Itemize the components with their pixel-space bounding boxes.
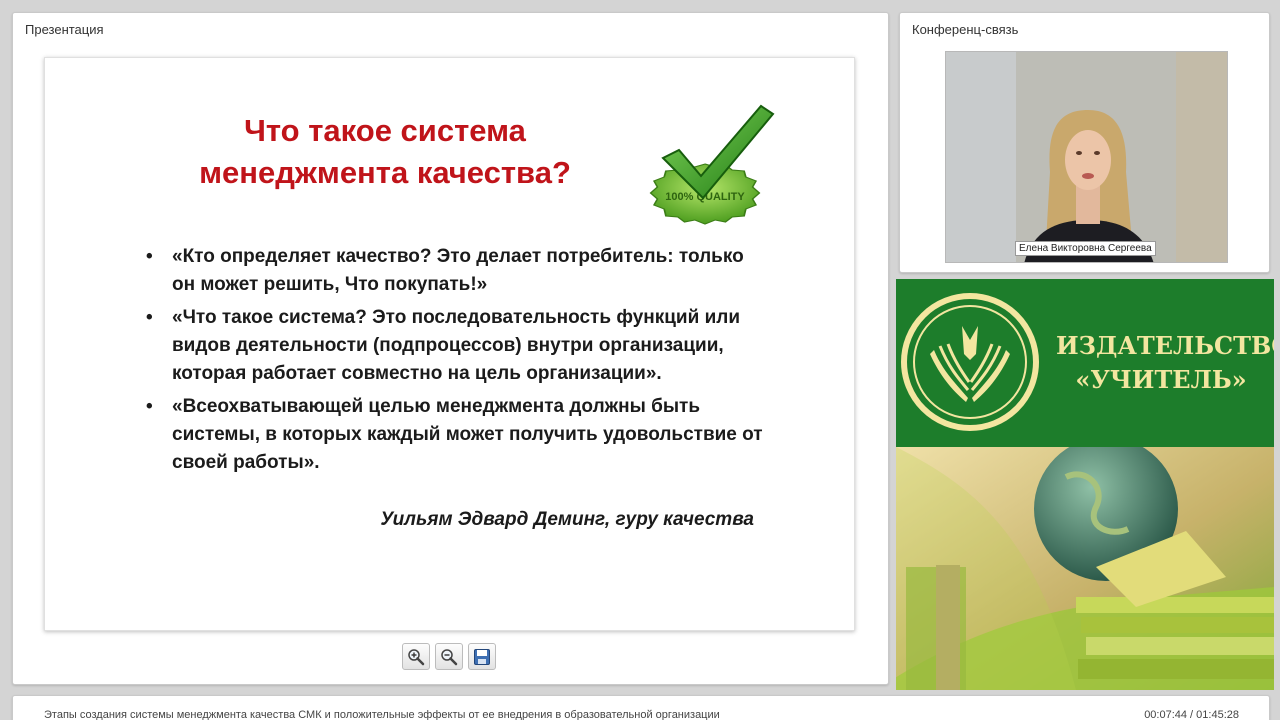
slide: Что такое система менеджмента качества? … xyxy=(44,57,855,631)
publisher-banner: ИЗДАТЕЛЬСТВО «УЧИТЕЛЬ» xyxy=(896,279,1274,690)
slide-heading-line1: Что такое система xyxy=(244,113,526,148)
zoom-out-button[interactable] xyxy=(435,643,463,670)
zoom-out-icon xyxy=(441,648,458,665)
publisher-banner-image xyxy=(896,437,1274,690)
slide-bullet: «Что такое система? Это последовательнос… xyxy=(146,304,766,388)
publisher-name: ИЗДАТЕЛЬСТВО «УЧИТЕЛЬ» xyxy=(1056,329,1274,397)
slide-toolbar xyxy=(402,643,496,670)
zoom-in-button[interactable] xyxy=(402,643,430,670)
conference-panel: Конференц-связь Елена Викторовна Сергеев… xyxy=(899,12,1270,273)
publisher-name-line2: «УЧИТЕЛЬ» xyxy=(1075,365,1247,394)
publisher-banner-header: ИЗДАТЕЛЬСТВО «УЧИТЕЛЬ» xyxy=(896,279,1274,447)
conference-panel-title: Конференц-связь xyxy=(912,22,1019,37)
save-icon xyxy=(474,648,490,665)
presenter-video-feed xyxy=(946,52,1227,262)
playback-time: 00:07:44 / 01:45:28 xyxy=(1144,709,1239,720)
save-button[interactable] xyxy=(468,643,496,670)
presenter-name-label: Елена Викторовна Сергеева xyxy=(1015,241,1156,256)
presentation-panel: Презентация Что такое система менеджмент… xyxy=(12,12,889,685)
footer-bar: Этапы создания системы менеджмента качес… xyxy=(12,695,1270,720)
slide-heading-line2: менеджмента качества? xyxy=(199,155,571,190)
quality-checkmark-icon: 100% QUALITY xyxy=(649,104,775,225)
slide-bullet: «Кто определяет качество? Это делает пот… xyxy=(146,243,766,299)
slide-author: Уильям Эдвард Деминг, гуру качества xyxy=(380,509,754,530)
books-globe-illustration xyxy=(896,437,1274,690)
zoom-in-icon xyxy=(408,648,425,665)
presenter-video[interactable]: Елена Викторовна Сергеева xyxy=(945,51,1228,263)
slide-bullets: «Кто определяет качество? Это делает пот… xyxy=(146,243,766,482)
slide-bullet: «Всеохватывающей целью менеджмента должн… xyxy=(146,393,766,477)
publisher-logo-icon xyxy=(901,293,1039,431)
publisher-name-line1: ИЗДАТЕЛЬСТВО xyxy=(1056,331,1274,360)
slide-heading: Что такое система менеджмента качества? xyxy=(145,110,625,194)
presentation-panel-title: Презентация xyxy=(25,22,104,37)
webinar-title: Этапы создания системы менеджмента качес… xyxy=(44,709,720,720)
